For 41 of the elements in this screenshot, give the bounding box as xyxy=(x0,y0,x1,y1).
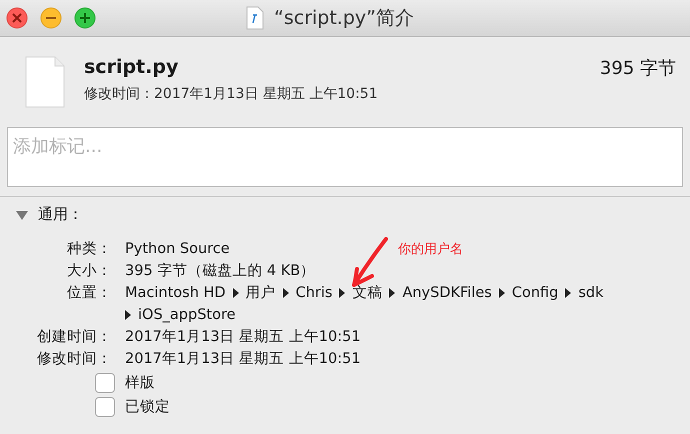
info-value: 2017年1月13日 星期五 上午10:51 xyxy=(125,350,361,369)
path-separator-icon xyxy=(565,288,572,298)
path-separator-icon xyxy=(232,288,239,298)
info-label: 种类： xyxy=(67,240,112,259)
minimize-button[interactable] xyxy=(40,7,62,29)
path-item[interactable]: Config xyxy=(512,282,558,304)
path-item[interactable]: iOS_appStore xyxy=(138,304,236,326)
path-separator-icon xyxy=(498,288,505,298)
info-label: 大小： xyxy=(67,262,112,281)
info-label: 位置： xyxy=(67,284,112,303)
file-name: script.py xyxy=(84,56,180,78)
path-item[interactable]: Chris xyxy=(296,282,332,304)
file-size: 395 字节 xyxy=(600,57,676,80)
zoom-button[interactable] xyxy=(74,7,96,29)
path-separator-icon xyxy=(282,288,289,298)
tags-field[interactable]: 添加标记... xyxy=(7,127,683,187)
section-title: 通用： xyxy=(38,205,83,224)
disclosure-triangle-icon[interactable] xyxy=(16,208,28,220)
annotation-text: 你的用户名 xyxy=(398,241,463,258)
path-item[interactable]: sdk xyxy=(578,282,604,304)
window-title: “script.py”简介 xyxy=(274,6,414,31)
document-icon xyxy=(246,6,264,30)
info-value: 395 字节（磁盘上的 4 KB） xyxy=(125,262,316,281)
info-label: 创建时间： xyxy=(37,328,112,347)
path-item[interactable]: AnySDKFiles xyxy=(402,282,492,304)
document-icon xyxy=(25,56,65,108)
path-separator-icon xyxy=(125,310,131,320)
path-item[interactable]: 用户 xyxy=(246,282,276,304)
close-button[interactable] xyxy=(6,7,28,29)
info-label: 修改时间： xyxy=(37,350,112,369)
path-item[interactable]: Macintosh HD xyxy=(125,282,226,304)
path-separator-icon xyxy=(339,288,346,298)
checkbox[interactable] xyxy=(95,373,115,393)
path-separator-icon xyxy=(389,288,396,298)
info-value: Python Source xyxy=(125,240,230,259)
checkbox[interactable] xyxy=(95,397,115,417)
checkbox-label: 样版 xyxy=(125,374,155,393)
info-value: 2017年1月13日 星期五 上午10:51 xyxy=(125,328,361,347)
modified-date: 修改时间：2017年1月13日 星期五 上午10:51 xyxy=(84,85,379,103)
checkbox-label: 已锁定 xyxy=(125,398,170,417)
path-item[interactable]: 文稿 xyxy=(352,282,382,304)
